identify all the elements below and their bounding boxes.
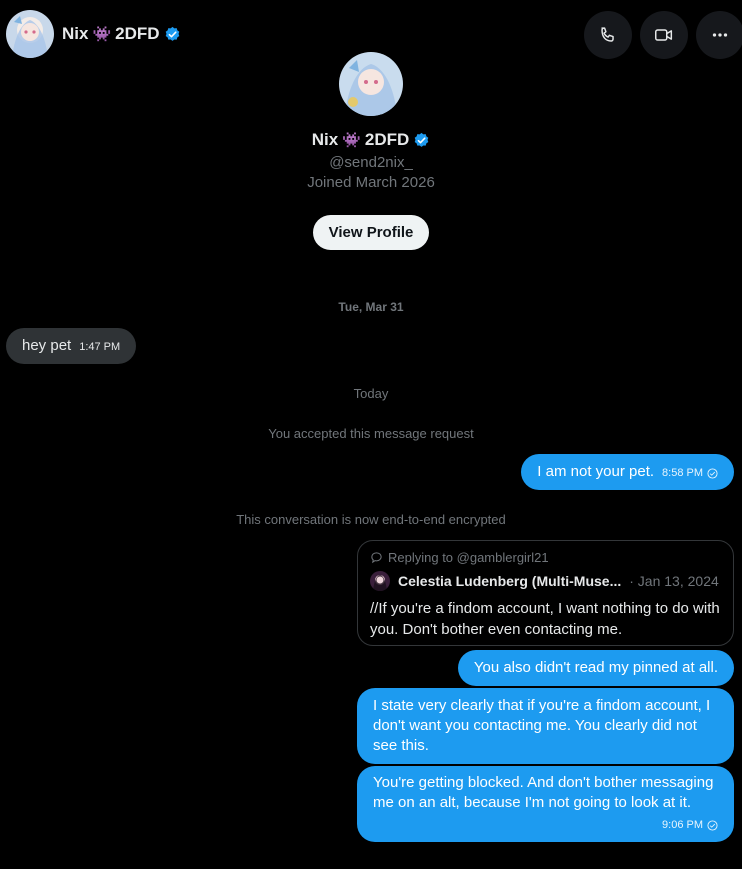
display-name: Nix (311, 130, 339, 149)
quoted-author: Celestia Ludenberg (Multi-Muse... · Jan … (370, 571, 721, 591)
message-outgoing[interactable]: I am not your pet. 8:58 PM (521, 454, 734, 490)
system-notice: This conversation is now end-to-end encr… (236, 512, 506, 527)
quoted-author-avatar (370, 571, 390, 591)
quoted-author-name: Celestia Ludenberg (Multi-Muse... (398, 573, 622, 589)
phone-icon (601, 27, 614, 42)
profile-joined-date: Joined March 2026 (307, 174, 435, 191)
display-name: Nix (62, 24, 89, 43)
message-time: 1:47 PM (79, 341, 121, 353)
verified-badge-icon (414, 132, 429, 147)
message-time: 9:06 PM (662, 819, 703, 831)
message-meta: 8:58 PM (662, 463, 718, 483)
profile-display-name: Nix 👾 2DFD (0, 130, 742, 150)
video-icon (655, 29, 673, 41)
message-text: I am not your pet. (537, 463, 655, 480)
message-incoming[interactable]: hey pet 1:47 PM (6, 328, 137, 364)
profile-card: Nix 👾 2DFD @send2nix_ Joined March 2026 … (0, 52, 742, 250)
system-notice: You accepted this message request (268, 426, 474, 441)
name-suffix: 2DFD (364, 130, 410, 149)
quoted-post-date: · Jan 13, 2024 (629, 573, 719, 589)
replying-to: Replying to @gamblergirl21 (370, 550, 721, 565)
message-time: 8:58 PM (662, 467, 703, 479)
header-display-name[interactable]: Nix 👾 2DFD (62, 24, 181, 44)
avatar[interactable] (6, 10, 54, 58)
verified-badge-icon (165, 26, 179, 41)
message-meta: 9:06 PM (662, 815, 718, 835)
message-text: You're getting blocked. And don't bother… (373, 774, 714, 811)
reply-bubble-icon (371, 552, 382, 564)
message-text: I state very clearly that if you're a fi… (373, 697, 711, 754)
sent-check-icon (707, 467, 718, 479)
message-outgoing[interactable]: You're getting blocked. And don't bother… (357, 766, 734, 842)
message-outgoing[interactable]: I state very clearly that if you're a fi… (357, 688, 734, 764)
replying-to-text: Replying to @gamblergirl21 (388, 550, 549, 565)
emoji-alien-monster: 👾 (342, 132, 361, 149)
date-separator: Today (353, 386, 389, 401)
date-separator: Tue, Mar 31 (338, 300, 404, 314)
emoji-alien-monster: 👾 (92, 26, 112, 43)
profile-avatar[interactable] (339, 52, 403, 116)
sent-check-icon (707, 819, 718, 831)
more-icon (712, 33, 728, 37)
name-suffix: 2DFD (115, 24, 160, 43)
quoted-post[interactable]: Replying to @gamblergirl21 Celestia Lude… (357, 540, 734, 646)
message-text: hey pet (22, 337, 72, 354)
message-text: You also didn't read my pinned at all. (473, 659, 718, 676)
view-profile-button[interactable]: View Profile (312, 215, 430, 250)
message-outgoing[interactable]: You also didn't read my pinned at all. (457, 650, 734, 686)
profile-handle: @send2nix_ (329, 154, 413, 171)
quoted-post-text: //If you're a findom account, I want not… (370, 600, 720, 638)
